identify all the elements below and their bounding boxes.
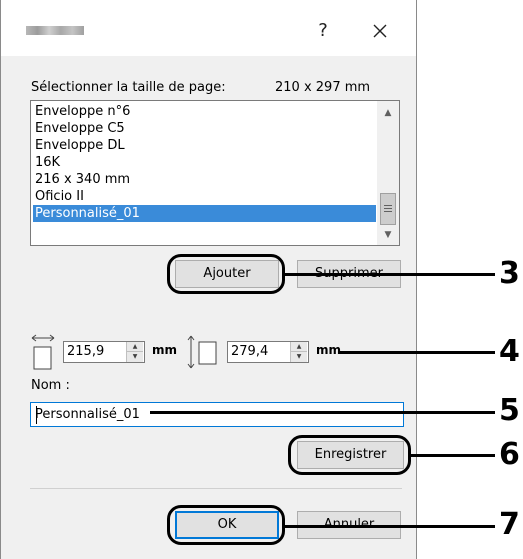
height-down-icon[interactable]: ▼ <box>291 352 307 362</box>
callout-number-5: 5 <box>499 393 520 428</box>
callout-line-4 <box>340 351 495 354</box>
grip-line <box>384 208 392 209</box>
width-value[interactable]: 215,9 <box>67 342 104 362</box>
dialog-title-blurred <box>26 26 84 35</box>
text-caret <box>36 406 37 424</box>
list-scrollbar[interactable]: ▲ ▼ <box>377 101 399 245</box>
width-icon <box>31 334 55 370</box>
width-stepper[interactable]: 215,9 ▲ ▼ <box>63 341 145 363</box>
grip-line <box>384 205 392 206</box>
divider <box>30 488 402 489</box>
page-size-label: Sélectionner la taille de page: <box>31 80 226 95</box>
title-bar: ? <box>1 0 416 56</box>
scroll-thumb[interactable] <box>380 193 396 225</box>
callout-number-6: 6 <box>499 437 520 472</box>
help-button[interactable]: ? <box>308 16 338 46</box>
scroll-up-icon[interactable]: ▲ <box>377 103 399 123</box>
current-size-value: 210 x 297 mm <box>275 80 371 95</box>
height-unit: mm <box>316 343 342 357</box>
name-label: Nom : <box>31 378 70 393</box>
list-item-selected[interactable]: Personnalisé_01 <box>33 205 376 222</box>
list-item[interactable]: Enveloppe DL <box>33 137 376 154</box>
grip-line <box>384 211 392 212</box>
callout-line-5 <box>150 411 495 414</box>
close-icon <box>373 24 387 38</box>
callout-line-6 <box>411 454 495 457</box>
callout-ring-ok <box>167 505 285 545</box>
list-item[interactable]: 16K <box>33 154 376 171</box>
callout-line-3 <box>285 273 495 276</box>
list-item[interactable]: Enveloppe n°6 <box>33 103 376 120</box>
page-size-list[interactable]: Enveloppe n°6 Enveloppe C5 Enveloppe DL … <box>30 100 400 246</box>
scroll-down-icon[interactable]: ▼ <box>377 225 399 245</box>
height-up-icon[interactable]: ▲ <box>291 342 307 352</box>
width-unit: mm <box>152 343 178 357</box>
list-item[interactable]: Oficio II <box>33 188 376 205</box>
callout-number-3: 3 <box>499 256 520 291</box>
callout-ring-add <box>167 254 285 294</box>
height-icon <box>187 335 217 369</box>
height-value[interactable]: 279,4 <box>231 342 268 362</box>
list-item[interactable]: 216 x 340 mm <box>33 171 376 188</box>
name-input[interactable]: Personnalisé_01 <box>30 402 404 427</box>
close-button[interactable] <box>363 16 397 46</box>
height-stepper[interactable]: 279,4 ▲ ▼ <box>227 341 309 363</box>
width-up-icon[interactable]: ▲ <box>127 342 143 352</box>
width-down-icon[interactable]: ▼ <box>127 352 143 362</box>
callout-ring-save <box>288 435 411 475</box>
list-item[interactable]: Enveloppe C5 <box>33 120 376 137</box>
callout-number-4: 4 <box>499 334 520 369</box>
callout-line-7 <box>285 525 495 528</box>
callout-number-7: 7 <box>499 507 520 542</box>
name-input-value[interactable]: Personnalisé_01 <box>35 407 140 422</box>
